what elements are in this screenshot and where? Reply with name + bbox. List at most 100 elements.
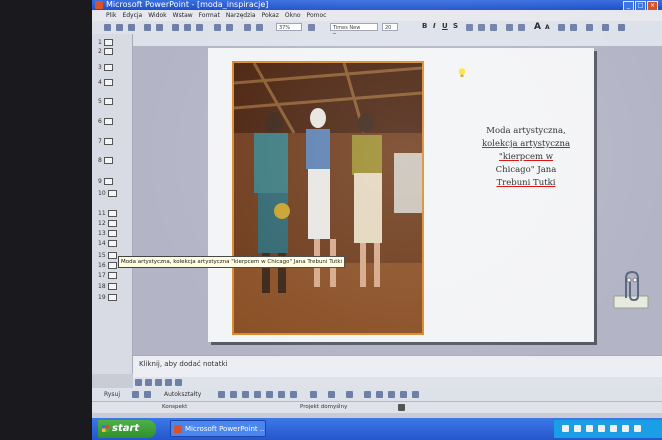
font-select[interactable]: Times New Roman	[330, 23, 378, 39]
outline-row[interactable]: 3	[98, 64, 113, 71]
start-button[interactable]: start	[98, 420, 156, 438]
outline-row[interactable]: 2	[98, 48, 113, 55]
font-color-icon[interactable]	[586, 24, 593, 31]
spellcheck-icon[interactable]	[156, 24, 163, 31]
outline-row[interactable]: 16	[98, 262, 117, 269]
menu-tools[interactable]: Narzędzia	[226, 10, 256, 21]
menu-edit[interactable]: Edycja	[122, 10, 142, 21]
line-tool-icon[interactable]	[218, 391, 225, 398]
wordart-icon[interactable]	[278, 391, 285, 398]
outline-row[interactable]: 18	[98, 283, 117, 290]
align-left-icon[interactable]	[466, 24, 473, 31]
notes-pane[interactable]: Kliknij, aby dodać notatki	[133, 355, 662, 377]
slide-view-icon[interactable]	[155, 379, 162, 386]
slide-sorter-icon[interactable]	[165, 379, 172, 386]
normal-view-icon[interactable]	[135, 379, 142, 386]
arrow-tool-icon[interactable]	[230, 391, 237, 398]
outline-row[interactable]: 4	[98, 79, 113, 86]
tray-icon[interactable]	[586, 425, 593, 432]
fill-color-icon[interactable]	[310, 391, 317, 398]
fashion-show-photo[interactable]	[232, 61, 424, 335]
menu-help[interactable]: Pomoc	[307, 10, 327, 21]
oval-tool-icon[interactable]	[254, 391, 261, 398]
outline-row[interactable]: 11	[98, 210, 117, 217]
menu-view[interactable]: Widok	[148, 10, 166, 21]
outline-row[interactable]: 5	[98, 98, 113, 105]
redo-icon[interactable]	[226, 24, 233, 31]
tray-icon[interactable]	[622, 425, 629, 432]
slideshow-icon[interactable]	[175, 379, 182, 386]
slide-caption[interactable]: Moda artystyczna, kolekcja artystyczna "…	[452, 125, 600, 190]
tray-icon[interactable]	[598, 425, 605, 432]
arrow-style-icon[interactable]	[388, 391, 395, 398]
menu-format[interactable]: Format	[199, 10, 220, 21]
clipart-icon[interactable]	[290, 391, 297, 398]
outline-row[interactable]: 10	[98, 190, 117, 197]
underline-button[interactable]: U	[442, 22, 448, 30]
outline-row[interactable]: 17	[98, 272, 117, 279]
line-color-icon[interactable]	[328, 391, 335, 398]
office-assistant-clippy-icon[interactable]	[612, 268, 650, 310]
design-icon[interactable]	[602, 24, 609, 31]
draw-menu-button[interactable]: Rysuj	[104, 388, 120, 401]
free-rotate-icon[interactable]	[144, 391, 151, 398]
outline-row[interactable]: 8	[98, 157, 113, 164]
zoom-select[interactable]: 37%	[276, 23, 302, 31]
decrease-font-button[interactable]: A	[545, 24, 550, 31]
undo-icon[interactable]	[214, 24, 221, 31]
print-icon[interactable]	[144, 24, 151, 31]
outline-row[interactable]: 13	[98, 230, 117, 237]
align-center-icon[interactable]	[478, 24, 485, 31]
lightbulb-icon[interactable]	[458, 68, 466, 78]
outline-row[interactable]: 14	[98, 240, 117, 247]
outline-row[interactable]: 9	[98, 178, 113, 185]
help-icon[interactable]	[308, 24, 315, 31]
tray-icon[interactable]	[574, 425, 581, 432]
menu-window[interactable]: Okno	[285, 10, 301, 21]
increase-font-button[interactable]: A	[534, 22, 541, 32]
cut-icon[interactable]	[172, 24, 179, 31]
insert-table-icon[interactable]	[256, 24, 263, 31]
slide-icon	[103, 48, 113, 55]
bullets-icon[interactable]	[518, 24, 525, 31]
tray-icon[interactable]	[562, 425, 569, 432]
line-style-icon[interactable]	[364, 391, 371, 398]
textbox-tool-icon[interactable]	[266, 391, 273, 398]
outline-row[interactable]: 6	[98, 118, 113, 125]
dash-style-icon[interactable]	[376, 391, 383, 398]
outline-row[interactable]: 19	[98, 294, 117, 301]
outline-row[interactable]: 1	[98, 39, 113, 46]
tray-icon[interactable]	[610, 425, 617, 432]
font-color-draw-icon[interactable]	[346, 391, 353, 398]
outline-row[interactable]: 12	[98, 220, 117, 227]
shadow-button[interactable]: S	[453, 22, 458, 30]
outline-pane[interactable]: 1 2 3 4 5 6 7 8 9 10 11 12 13 14 15 16 1…	[92, 34, 133, 374]
indent-icon[interactable]	[558, 24, 565, 31]
outdent-icon[interactable]	[570, 24, 577, 31]
italic-button[interactable]: I	[433, 22, 436, 30]
shadow-style-icon[interactable]	[400, 391, 407, 398]
outline-row[interactable]: 15	[98, 252, 117, 259]
outline-row[interactable]: 7	[98, 138, 113, 145]
tray-icon[interactable]	[634, 425, 641, 432]
numbering-icon[interactable]	[506, 24, 513, 31]
copy-icon[interactable]	[184, 24, 191, 31]
new-slide-icon[interactable]	[618, 24, 625, 31]
open-icon[interactable]	[116, 24, 123, 31]
outline-view-icon[interactable]	[145, 379, 152, 386]
autoshapes-button[interactable]: Autokształty	[164, 388, 201, 401]
taskbar-powerpoint-button[interactable]: Microsoft PowerPoint ...	[170, 420, 266, 437]
select-objects-icon[interactable]	[132, 391, 139, 398]
new-icon[interactable]	[104, 24, 111, 31]
insert-chart-icon[interactable]	[244, 24, 251, 31]
font-size-select[interactable]: 20	[382, 23, 398, 31]
menu-insert[interactable]: Wstaw	[173, 10, 193, 21]
bold-button[interactable]: B	[422, 22, 427, 30]
menu-file[interactable]: Plik	[106, 10, 116, 21]
3d-style-icon[interactable]	[412, 391, 419, 398]
align-right-icon[interactable]	[490, 24, 497, 31]
paste-icon[interactable]	[196, 24, 203, 31]
save-icon[interactable]	[128, 24, 135, 31]
menu-slideshow[interactable]: Pokaz	[262, 10, 279, 21]
rectangle-tool-icon[interactable]	[242, 391, 249, 398]
